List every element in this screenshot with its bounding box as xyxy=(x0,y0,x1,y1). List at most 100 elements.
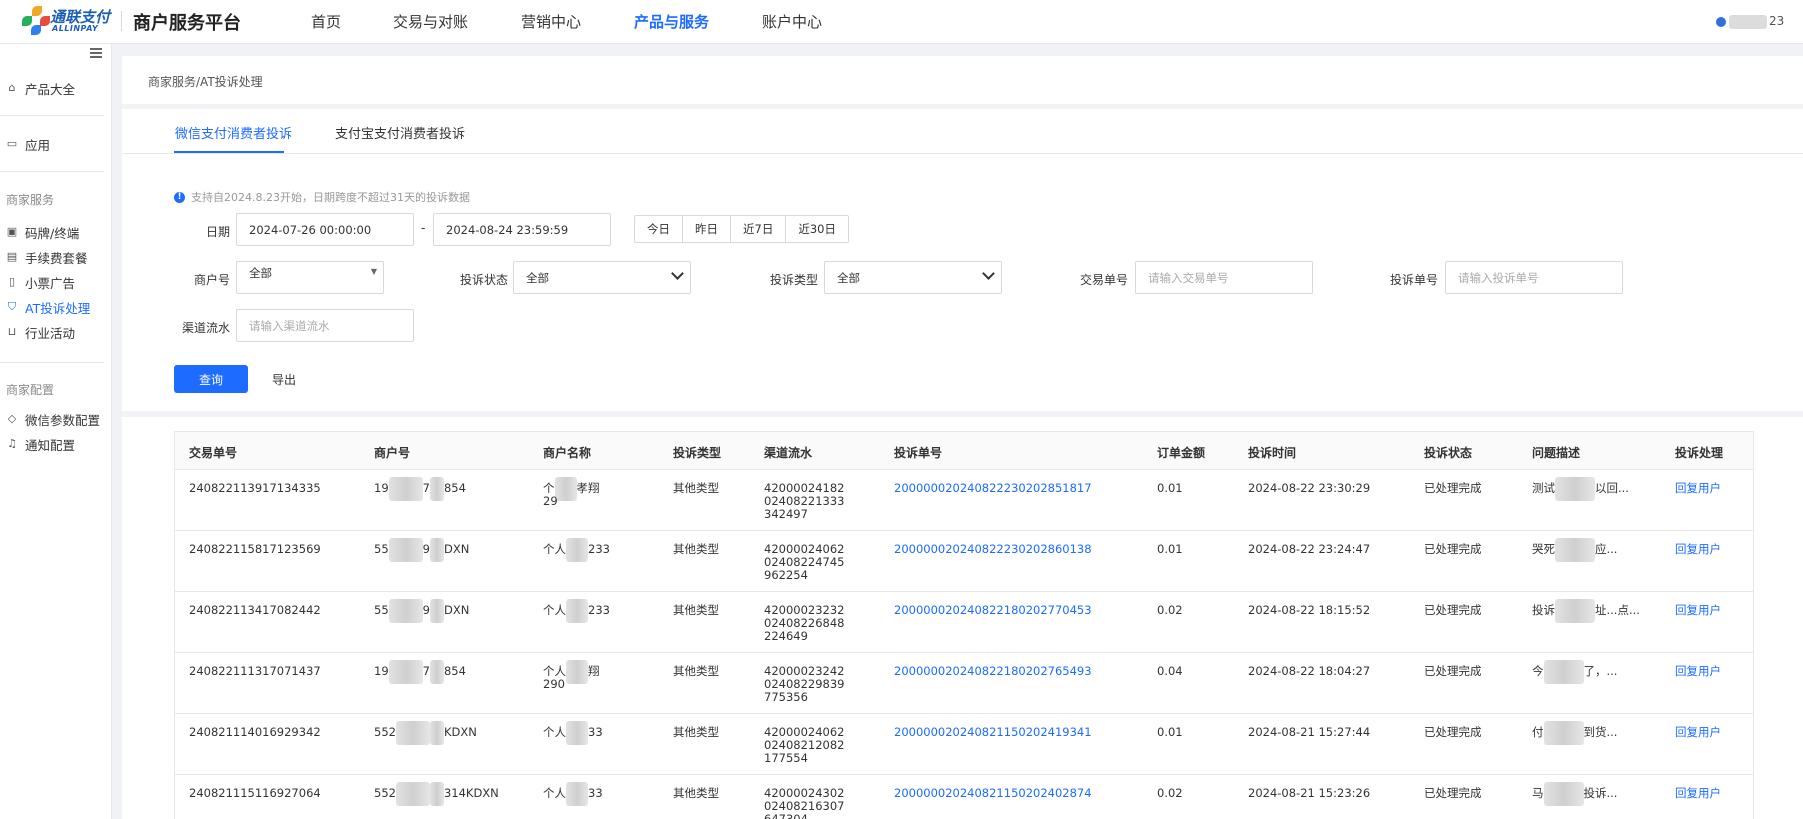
sidebar-item-wechat-config[interactable]: ◇ 微信参数配置 xyxy=(6,410,100,428)
channel-serial-line: 42000023232 xyxy=(764,603,845,617)
logo-divider xyxy=(121,11,122,31)
merchant-name-suffix: 233 xyxy=(588,603,610,617)
reply-user-link[interactable]: 回复用户 xyxy=(1675,665,1721,678)
complaint-no-link[interactable]: 200000020240822180202765493 xyxy=(894,665,1092,678)
description-suffix: 到货... xyxy=(1583,725,1618,739)
type-label: 投诉类型 xyxy=(770,273,819,287)
merchant-name-prefix: 个人 xyxy=(543,725,566,739)
trade-no-cell: 240822111317071437 xyxy=(189,664,321,678)
sidebar-item-receipt-ads[interactable]: ▯ 小票广告 xyxy=(6,273,75,291)
top-header: 通联支付 ALLINPAY 商户服务平台 首页 交易与对账 营销中心 产品与服务… xyxy=(0,0,1803,44)
nav-account[interactable]: 账户中心 xyxy=(762,11,822,32)
complaint-no-link[interactable]: 200000020240822180202770453 xyxy=(894,604,1092,617)
channel-serial-line: 42000024062 xyxy=(764,542,845,556)
tab-wechat-complaints[interactable]: 微信支付消费者投诉 xyxy=(175,123,292,142)
nav-transactions[interactable]: 交易与对账 xyxy=(393,11,468,32)
status-select[interactable]: 全部 xyxy=(513,261,691,294)
complaint-no-input[interactable]: 请输入投诉单号 xyxy=(1445,261,1623,294)
box-icon: ⌂ xyxy=(8,81,16,94)
sidebar-item-products[interactable]: ⌂ 产品大全 xyxy=(6,79,76,97)
merchant-name-suffix: 233 xyxy=(588,542,610,556)
status-label: 投诉状态 xyxy=(460,273,509,287)
menu-collapse-icon[interactable] xyxy=(90,48,102,58)
allinpay-logo[interactable]: 通联支付 ALLINPAY xyxy=(22,6,114,36)
complaint-no-link[interactable]: 200000020240822230202860138 xyxy=(894,543,1092,556)
channel-serial-cell: 42000024302 02408216307 647304 xyxy=(764,787,844,819)
user-menu[interactable]: 23 xyxy=(1716,13,1796,31)
reply-user-link[interactable]: 回复用户 xyxy=(1675,543,1721,556)
complaint-no-link[interactable]: 200000020240821150202419341 xyxy=(894,726,1092,739)
date-range-notice: ! 支持自2024.8.23开始，日期跨度不超过31天的投诉数据 xyxy=(174,189,470,205)
merchant-name-suffix: 33 xyxy=(588,725,603,739)
tab-alipay-complaints[interactable]: 支付宝支付消费者投诉 xyxy=(335,123,465,142)
channel-serial-cell: 42000023232 02408226848 224649 xyxy=(764,604,844,643)
query-button[interactable]: 查询 xyxy=(174,365,248,393)
merchant-name-cell: 个 孝翔 29 xyxy=(543,476,600,508)
complaint-no-link[interactable]: 200000020240821150202402874 xyxy=(894,787,1092,800)
complaint-no-link[interactable]: 200000020240822230202851817 xyxy=(894,482,1092,495)
app-icon: ▭ xyxy=(6,137,18,150)
reply-user-link[interactable]: 回复用户 xyxy=(1675,482,1721,495)
trade-no-cell: 240822113917134335 xyxy=(189,481,321,495)
channel-serial-input[interactable]: 请输入渠道流水 xyxy=(236,309,414,342)
masked-content xyxy=(429,781,444,806)
complaint-type-cell: 其他类型 xyxy=(673,481,719,495)
user-icon xyxy=(1716,17,1726,27)
description-cell: 马 投诉... xyxy=(1532,781,1617,806)
quick-today-button[interactable]: 今日 xyxy=(635,216,683,242)
nav-products-services[interactable]: 产品与服务 xyxy=(634,11,709,32)
masked-content xyxy=(566,781,588,806)
sidebar-item-label: 应用 xyxy=(25,137,51,153)
masked-content xyxy=(429,537,444,562)
quick-30days-button[interactable]: 近30日 xyxy=(786,216,848,242)
info-icon: ! xyxy=(174,191,185,203)
masked-content xyxy=(1555,537,1595,562)
sidebar-item-at-complaints[interactable]: ⛉ AT投诉处理 xyxy=(6,298,90,316)
sidebar-item-label: 手续费套餐 xyxy=(25,250,88,266)
amount-cell: 0.01 xyxy=(1157,725,1183,739)
status-cell: 已处理完成 xyxy=(1424,786,1482,800)
reply-user-link[interactable]: 回复用户 xyxy=(1675,604,1721,617)
merchant-name-prefix: 个人 xyxy=(543,603,566,617)
merchant-name-cell: 个人 33 xyxy=(543,781,603,806)
amount-cell: 0.04 xyxy=(1157,664,1183,678)
merchant-no-suffix: 854 xyxy=(443,481,466,495)
trade-no-input[interactable]: 请输入交易单号 xyxy=(1135,261,1313,294)
sidebar-item-label: 码牌/终端 xyxy=(25,225,80,241)
merchant-no-prefix: 19 xyxy=(374,481,389,495)
cube-icon: ◇ xyxy=(7,412,17,425)
channel-serial-line: 775356 xyxy=(764,690,808,704)
nav-marketing[interactable]: 营销中心 xyxy=(521,11,581,32)
description-cell: 今 了，... xyxy=(1532,659,1617,684)
masked-content xyxy=(388,659,423,684)
reply-user-link[interactable]: 回复用户 xyxy=(1675,787,1721,800)
sidebar-item-industry-activity[interactable]: ⊔ 行业活动 xyxy=(6,323,75,341)
merchant-no-mid: 7 xyxy=(422,481,430,495)
user-name-masked xyxy=(1729,15,1767,29)
quick-yesterday-button[interactable]: 昨日 xyxy=(683,216,731,242)
channel-serial-line: 02408212082 xyxy=(764,738,845,752)
channel-serial-line: 177554 xyxy=(764,751,808,765)
sidebar-item-notification-config[interactable]: ♫ 通知配置 xyxy=(6,435,75,453)
merchant-no-cell: 55 9 DXN xyxy=(374,537,469,562)
description-cell: 投诉 址...点... xyxy=(1532,598,1640,623)
description-prefix: 测试 xyxy=(1532,481,1555,495)
masked-content xyxy=(1543,659,1584,684)
table-header: 交易单号 商户号 商户名称 投诉类型 渠道流水 投诉单号 订单金额 投诉时间 投… xyxy=(175,432,1753,470)
type-select[interactable]: 全部 xyxy=(824,261,1002,294)
quick-7days-button[interactable]: 近7日 xyxy=(731,216,787,242)
description-suffix: 应... xyxy=(1595,542,1618,556)
merchant-select-value: 全部 xyxy=(249,265,272,280)
reply-user-link[interactable]: 回复用户 xyxy=(1675,726,1721,739)
masked-content xyxy=(566,598,588,623)
sidebar-item-fee-package[interactable]: ▤ 手续费套餐 xyxy=(6,248,88,266)
date-end-input[interactable]: 2024-08-24 23:59:59 xyxy=(433,213,611,246)
export-button[interactable]: 导出 xyxy=(272,371,296,388)
sidebar-item-terminal[interactable]: ▣ 码牌/终端 xyxy=(6,223,79,241)
sidebar-item-apps[interactable]: ▭ 应用 xyxy=(6,135,50,153)
masked-content xyxy=(1543,781,1584,806)
merchant-select[interactable]: 全部 ▼ xyxy=(236,261,384,294)
nav-home[interactable]: 首页 xyxy=(311,11,341,32)
date-start-input[interactable]: 2024-07-26 00:00:00 xyxy=(236,213,414,246)
description-prefix: 马 xyxy=(1532,786,1544,800)
